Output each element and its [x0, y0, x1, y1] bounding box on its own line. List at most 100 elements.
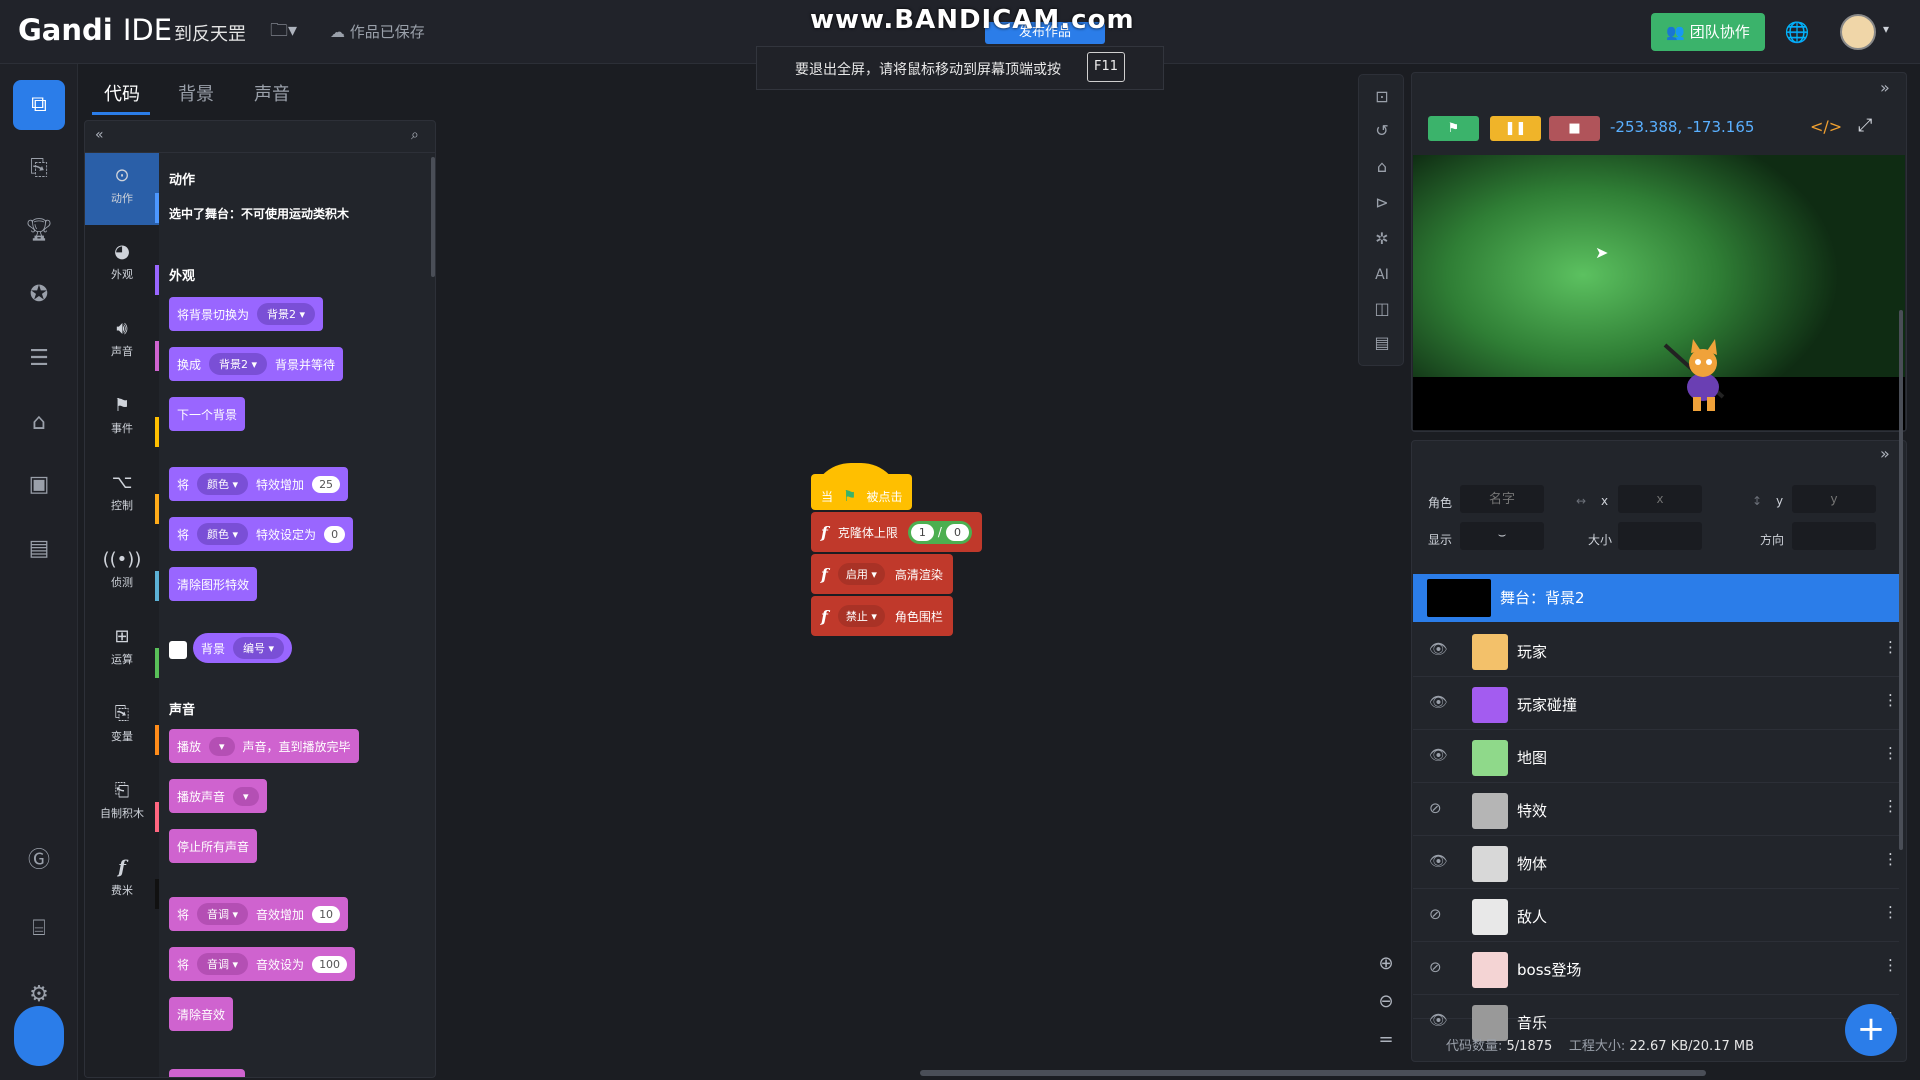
sprite-row[interactable]: ⊘ 特效 ⋮: [1413, 783, 1899, 836]
eye-icon[interactable]: 👁︎: [1429, 693, 1448, 711]
team-collab-button[interactable]: 👥 团队协作: [1651, 13, 1765, 51]
block-switch-backdrop[interactable]: 将背景切换为 背景2 ▾: [169, 297, 324, 331]
zoom-reset-icon[interactable]: =: [1372, 1026, 1400, 1054]
category-control[interactable]: ⌥ 控制: [85, 460, 159, 532]
backdrop-dropdown[interactable]: 背景2 ▾: [257, 303, 316, 325]
effect-dropdown[interactable]: 颜色 ▾: [197, 523, 249, 545]
category-motion[interactable]: ⊙ 动作: [85, 153, 159, 225]
zoom-out-icon[interactable]: ⊖: [1372, 988, 1400, 1016]
category-operators[interactable]: ⊞ 运算: [85, 614, 159, 686]
disable-dropdown[interactable]: 禁止 ▾: [837, 605, 885, 627]
block-set-sound-effect[interactable]: 将音调 ▾ 音效设为 100: [169, 947, 356, 981]
more-icon[interactable]: ⋮: [1883, 638, 1898, 656]
user-avatar[interactable]: [1840, 14, 1876, 50]
pitch-dropdown[interactable]: 音调 ▾: [197, 903, 249, 925]
sprite-row[interactable]: ⊘ 敌人 ⋮: [1413, 889, 1899, 942]
sprite-row[interactable]: 👁︎ 物体 ⋮: [1413, 836, 1899, 889]
image-icon[interactable]: ▣: [13, 460, 65, 510]
block-play-until-done[interactable]: 播放 ▾ 声音，直到播放完毕: [169, 729, 359, 763]
eye-off-icon[interactable]: ⊘: [1429, 905, 1442, 923]
collapse-right-icon[interactable]: »: [1880, 78, 1890, 97]
green-flag-button[interactable]: ⚑: [1428, 116, 1479, 141]
eye-icon[interactable]: 👁︎: [1429, 746, 1448, 764]
direction-input[interactable]: [1792, 522, 1876, 550]
robot-icon[interactable]: ⌂: [13, 398, 65, 448]
palette-scrollbar[interactable]: [431, 157, 435, 277]
eye-off-icon[interactable]: ⊘: [1429, 958, 1442, 976]
bug-icon[interactable]: ✲: [1368, 225, 1396, 253]
pitch-dropdown[interactable]: 音调 ▾: [197, 953, 249, 975]
app-logo[interactable]: Gandi IDE: [18, 13, 172, 47]
sprite-name-input[interactable]: [1460, 485, 1544, 513]
eye-off-icon[interactable]: ⊘: [1429, 799, 1442, 817]
category-variables[interactable]: ⎘ 变量: [85, 691, 159, 763]
badge-icon[interactable]: ✪: [13, 270, 65, 320]
more-icon[interactable]: ⋮: [1883, 903, 1898, 921]
sprite-row[interactable]: 👁︎ 玩家碰撞 ⋮: [1413, 677, 1899, 730]
history-icon[interactable]: ↺: [1368, 117, 1396, 145]
block-when-flag-clicked[interactable]: 当 ⚑ 被点击: [811, 474, 913, 510]
ai-icon[interactable]: AI: [1368, 261, 1396, 289]
category-fermi[interactable]: f 费米: [85, 845, 159, 917]
block-set-effect[interactable]: 将颜色 ▾ 特效设定为 0: [169, 517, 354, 551]
assistant-avatar[interactable]: [14, 1006, 64, 1066]
block-clear-effects[interactable]: 清除图形特效: [169, 567, 258, 601]
document-icon[interactable]: ▤: [1368, 329, 1396, 357]
sprite-row[interactable]: 👁︎ 地图 ⋮: [1413, 730, 1899, 783]
category-sensing[interactable]: ((•)) 侦测: [85, 537, 159, 609]
block-change-sound-effect[interactable]: 将音调 ▾ 音效增加 10: [169, 897, 349, 931]
category-events[interactable]: ⚑ 事件: [85, 383, 159, 455]
size-input[interactable]: [1618, 522, 1702, 550]
reporter-checkbox[interactable]: [169, 641, 187, 659]
block-switch-backdrop-wait[interactable]: 换成 背景2 ▾ 背景并等待: [169, 347, 344, 381]
tab-code[interactable]: 代码: [104, 80, 140, 106]
fullscreen-icon[interactable]: ⤢: [1858, 115, 1872, 136]
robot-icon[interactable]: ⌂: [1368, 153, 1396, 181]
gandi-icon[interactable]: Ⓖ: [13, 836, 65, 886]
briefcase-icon[interactable]: ⌸: [13, 904, 65, 954]
trophy-icon[interactable]: 🏆︎: [13, 206, 65, 256]
project-name[interactable]: 到反天罡: [174, 20, 246, 46]
eye-icon[interactable]: 👁︎: [1429, 640, 1448, 658]
file-code-icon[interactable]: ⎘: [13, 144, 65, 194]
database-icon[interactable]: ☰: [13, 334, 65, 384]
globe-icon[interactable]: 🌐: [1783, 18, 1811, 46]
compare-icon[interactable]: ◫: [1368, 295, 1396, 323]
book-icon[interactable]: ▤: [13, 524, 65, 574]
sprite-row[interactable]: 👁︎ 玩家 ⋮: [1413, 624, 1899, 677]
folder-icon[interactable]: 🗀▾: [270, 18, 304, 46]
stop-button[interactable]: ■: [1549, 116, 1600, 141]
category-myblocks[interactable]: ⎗ 自制积木: [85, 768, 159, 840]
more-icon[interactable]: ⋮: [1883, 850, 1898, 868]
eye-icon[interactable]: 👁︎: [1429, 1011, 1448, 1029]
stage-canvas[interactable]: ➤: [1413, 155, 1905, 430]
more-icon[interactable]: ⋮: [1883, 691, 1898, 709]
block-stop-all-sounds[interactable]: 停止所有声音: [169, 829, 258, 863]
number-input[interactable]: 25: [312, 475, 341, 493]
block-backdrop-reporter[interactable]: 背景 编号 ▾: [193, 633, 293, 663]
code-icon[interactable]: </>: [1810, 117, 1842, 136]
number-input[interactable]: 100: [312, 955, 348, 973]
chevron-down-icon[interactable]: ▾: [1883, 22, 1889, 36]
block-hq-render[interactable]: f 启用 ▾ 高清渲染: [811, 554, 953, 594]
screenshot-icon[interactable]: ⊡: [1368, 83, 1396, 111]
terminal-icon[interactable]: ⊳: [1368, 189, 1396, 217]
x-input[interactable]: [1618, 485, 1702, 513]
more-icon[interactable]: ⋮: [1883, 956, 1898, 974]
y-input[interactable]: [1792, 485, 1876, 513]
number-input[interactable]: 0: [324, 525, 346, 543]
more-icon[interactable]: ⋮: [1883, 744, 1898, 762]
workspace-scrollbar[interactable]: [920, 1070, 1706, 1076]
sound-dropdown[interactable]: ▾: [209, 736, 235, 756]
pause-button[interactable]: ❚❚: [1490, 116, 1541, 141]
collapse-right-icon[interactable]: »: [1880, 444, 1890, 463]
eye-icon[interactable]: 👁︎: [1429, 852, 1448, 870]
block-play-sound[interactable]: 播放声音 ▾: [169, 779, 267, 813]
tab-backdrops[interactable]: 背景: [178, 80, 214, 106]
block-change-effect[interactable]: 将颜色 ▾ 特效增加 25: [169, 467, 349, 501]
code-editor-icon[interactable]: ⧉: [13, 80, 65, 130]
block-clone-limit[interactable]: f 克隆体上限 1/0: [811, 512, 982, 552]
number-input[interactable]: 10: [312, 905, 341, 923]
tab-sounds[interactable]: 声音: [254, 80, 290, 106]
zoom-in-icon[interactable]: ⊕: [1372, 950, 1400, 978]
